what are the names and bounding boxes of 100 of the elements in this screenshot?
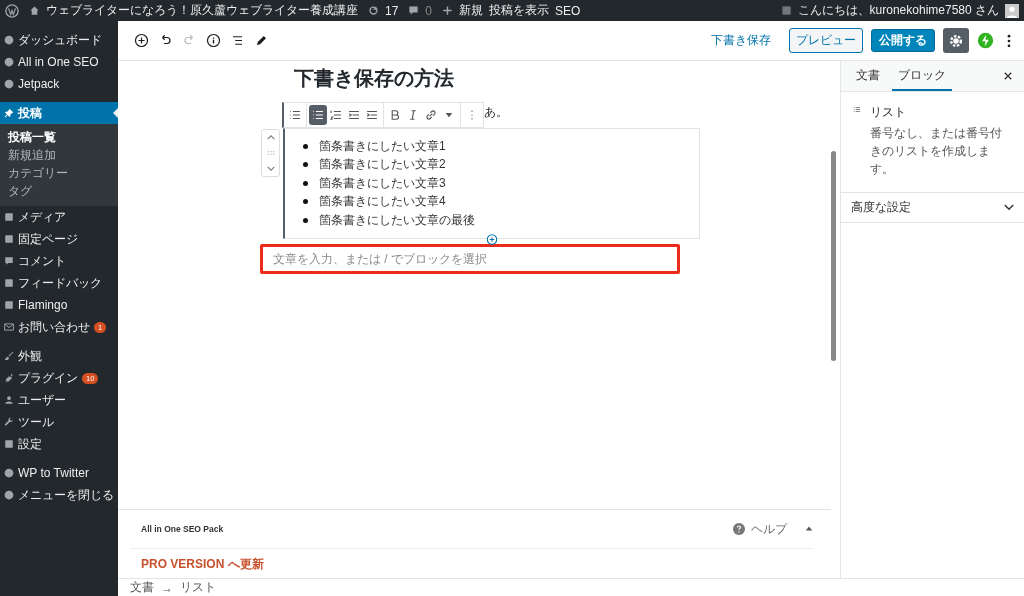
mail-icon [4,322,14,332]
menu-label: フィードバック [18,274,102,292]
post-title[interactable]: 下書き保存の方法 [260,65,700,95]
plug-icon [4,373,14,383]
list-item: 箇条書きにしたい文章2 [319,156,446,174]
menu-label: All in One SEO [18,55,99,69]
meta-box-title: All in One SEO Pack [141,524,224,534]
menu-item[interactable]: 投稿 [0,102,118,124]
menu-item[interactable]: ツール [0,411,118,433]
drag-handle-icon[interactable] [266,150,275,156]
menu-item[interactable]: コメント [0,250,118,272]
outdent-icon [347,108,361,122]
more-options-icon[interactable] [1006,32,1012,49]
paragraph-input-field[interactable]: 文章を入力、または / でブロックを選択 [263,251,677,266]
move-down-icon[interactable] [265,164,276,172]
outline-icon[interactable] [230,33,245,48]
indent-icon [365,108,379,122]
update-icon[interactable] [368,5,379,16]
menu-item[interactable]: メディア [0,206,118,228]
menu-label: 設定 [18,435,42,453]
lightning-icon[interactable] [977,32,994,49]
submenu-item[interactable]: タグ [0,182,118,200]
help-icon[interactable] [733,523,745,535]
menu-label: Flamingo [18,298,68,312]
panel-tab[interactable]: ブロック [892,61,952,91]
comment-count[interactable]: 0 [425,3,433,18]
info-icon[interactable] [206,33,221,48]
menu-label: メニューを閉じる [18,486,114,504]
menu-item[interactable]: WP to Twitter [0,462,118,484]
list-item: 箇条書きにしたい文章1 [319,137,446,155]
brush-icon [4,351,14,361]
comment-icon [4,256,14,266]
pencil-icon[interactable] [254,33,269,48]
unordered-tool-button[interactable] [309,105,327,125]
greeting-link[interactable]: こんにちは、kuronekohime7580 さん [797,2,999,19]
menu-item[interactable]: 外観 [0,345,118,367]
menu-item[interactable]: Flamingo [0,294,118,316]
paragraph-field[interactable]: 文章を入力、または / でブロックを選択 [260,243,680,274]
bullet-icon [303,199,308,205]
list-item: 箇条書きにしたい文章3 [319,174,446,192]
scrollbar-thumb[interactable] [831,151,836,361]
settings-button[interactable] [943,28,969,53]
publish-button[interactable]: 公開する [871,29,935,52]
move-up-icon[interactable] [265,134,276,142]
menu-item[interactable]: フィードバック [0,272,118,294]
menu-label: Jetpack [18,77,60,91]
update-count[interactable]: 17 [385,3,399,18]
menu-item[interactable]: 固定ページ [0,228,118,250]
add-block-icon[interactable] [134,33,149,48]
submenu-item[interactable]: カテゴリー [0,164,118,182]
help-link[interactable]: ヘルプ [751,520,787,538]
close-icon[interactable] [1004,72,1012,80]
avatar-icon[interactable] [1005,3,1019,18]
menu-label: メディア [18,208,66,226]
admin-bar-link[interactable]: 投稿を表示 [489,2,550,19]
chevron-icon [1004,204,1014,211]
bullet-icon [303,217,308,223]
wrench-icon [4,417,14,427]
menu-label: ダッシュボード [18,31,102,49]
menu-item[interactable]: ダッシュボード [0,29,118,51]
submenu-item[interactable]: 投稿一覧 [0,128,118,146]
unordered-icon [311,108,325,122]
menu-label: コメント [18,252,66,270]
list-block[interactable]: 箇条書きにしたい文章1 箇条書きにしたい文章2 箇条書きにしたい文章3 箇条書きにしたい文章4 箇条書きにしたい文章の最後 [283,128,700,239]
menu-item[interactable]: メニューを閉じる [0,484,118,506]
menu-item[interactable]: All in One SEO [0,51,118,73]
breadcrumb-item: → [161,580,173,595]
new-link[interactable]: 新規 [459,2,484,19]
menu-label: WP to Twitter [18,466,89,480]
wordpress-logo-icon[interactable] [5,3,19,18]
menu-item[interactable]: 設定 [0,433,118,455]
menu-label: 外観 [18,347,42,365]
pro-version-link[interactable]: PRO VERSION へ更新 [141,557,264,571]
panel-tab[interactable]: 文書 [850,61,886,91]
bullet-icon [303,162,308,168]
user-icon [4,395,14,405]
preview-button[interactable]: プレビュー [789,28,863,53]
menu-item[interactable]: ユーザー [0,389,118,411]
menu-item[interactable]: Jetpack [0,73,118,95]
admin-bar-link[interactable]: SEO [555,3,581,18]
block-description: 番号なし、または番号付きのリストを作成します。 [869,125,1003,178]
breadcrumb-item[interactable]: リスト [180,579,216,596]
breadcrumb-item[interactable]: 文書 [130,579,154,596]
save-draft-button[interactable]: 下書き保存 [705,31,777,50]
plus-icon[interactable] [442,5,454,16]
collapse-toggle-icon[interactable] [805,525,813,533]
menu-label: 投稿 [18,104,42,122]
list-item: 箇条書きにしたい文章4 [319,193,446,211]
comment-icon[interactable] [408,5,420,16]
bullet-icon [303,143,308,149]
submenu-item[interactable]: 新規追加 [0,146,118,164]
site-name-link[interactable]: ウェブライターになろう！原久蘆ウェブライター養成講座 [46,2,358,19]
home-icon[interactable] [29,5,40,16]
insert-block-icon[interactable] [486,233,497,245]
notice-icon[interactable] [780,5,792,16]
menu-label: プラグイン [18,369,78,387]
menu-label: ツール [18,413,54,431]
menu-label: 固定ページ [18,230,78,248]
bullet-icon [303,180,308,186]
pin-icon [4,108,14,118]
